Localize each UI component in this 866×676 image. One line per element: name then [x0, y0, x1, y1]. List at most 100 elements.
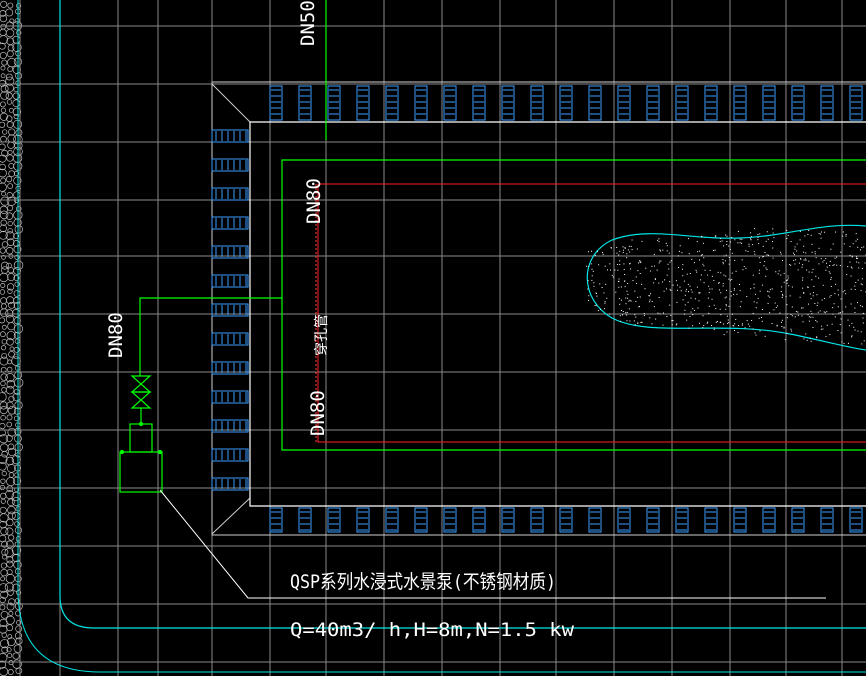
gravel-dot: [629, 251, 631, 253]
gravel-dot: [823, 297, 825, 299]
gravel-dot: [713, 329, 715, 331]
gravel-dot: [666, 245, 668, 247]
gravel-dot: [636, 248, 638, 250]
gravel-dot: [850, 266, 852, 268]
gravel-dot: [657, 312, 659, 314]
gravel-dot: [588, 251, 590, 253]
gravel-dot: [716, 320, 718, 322]
gravel-dot: [864, 262, 866, 264]
gravel-dot: [816, 305, 818, 307]
gravel-dot: [803, 251, 805, 253]
gravel-dot: [746, 320, 748, 322]
label-dn80-pump: DN80: [105, 312, 127, 358]
gravel-dot: [669, 304, 671, 306]
gravel-dot: [650, 293, 652, 295]
gravel-dot: [715, 321, 717, 323]
gravel-dot: [643, 313, 645, 315]
gravel-dot: [845, 293, 847, 295]
gravel-dot: [649, 317, 651, 319]
gravel-dot: [761, 284, 763, 286]
gravel-dot: [854, 311, 856, 313]
gravel-dot: [816, 321, 818, 323]
gravel-dot: [732, 325, 734, 327]
gravel-dot: [622, 311, 624, 313]
gravel-dot: [620, 299, 622, 301]
gravel-dot: [666, 250, 668, 252]
gravel-dot: [677, 289, 679, 291]
gravel-dot: [773, 237, 775, 239]
gravel-dot: [666, 274, 668, 276]
gravel-dot: [845, 306, 847, 308]
gravel-dot: [779, 312, 781, 314]
gravel-dot: [649, 299, 651, 301]
gravel-dot: [756, 302, 758, 304]
gravel-dot: [818, 277, 820, 279]
gravel-dot: [746, 295, 748, 297]
gravel-dot: [860, 331, 862, 333]
gravel-dot: [733, 288, 735, 290]
gravel-dot: [799, 258, 801, 260]
gravel-dot: [689, 315, 691, 317]
gravel-dot: [741, 238, 743, 240]
gravel-dot: [814, 251, 816, 253]
gravel-dot: [626, 314, 628, 316]
gravel-dot: [833, 303, 835, 305]
gravel-dot: [639, 272, 641, 274]
gravel-dot: [823, 231, 825, 233]
gravel-dot: [830, 285, 832, 287]
gravel-dot: [767, 238, 769, 240]
gravel-dot: [670, 260, 672, 262]
gravel-dot: [862, 312, 864, 314]
gravel-dot: [701, 235, 703, 237]
gravel-dot: [754, 253, 756, 255]
gravel-dot: [717, 282, 719, 284]
gravel-dot: [692, 325, 694, 327]
gravel-dot: [829, 260, 831, 262]
gravel-dot: [829, 334, 831, 336]
gravel-dot: [687, 301, 689, 303]
gravel-dot: [690, 289, 692, 291]
gravel-dot: [786, 332, 788, 334]
gravel-dot: [750, 288, 752, 290]
gravel-dot: [713, 327, 715, 329]
gravel-dot: [754, 293, 756, 295]
gravel-dot: [739, 283, 741, 285]
gravel-dot: [742, 269, 744, 271]
gravel-dot: [663, 290, 665, 292]
gravel-dot: [699, 259, 701, 261]
gravel-dot: [851, 322, 853, 324]
gravel-dot: [596, 251, 598, 253]
gravel-dot: [739, 242, 741, 244]
gravel-dot: [612, 276, 614, 278]
gravel-dot: [685, 288, 687, 290]
gravel-dot: [832, 307, 834, 309]
gravel-dot: [790, 241, 792, 243]
gravel-dot: [635, 276, 637, 278]
gravel-dot: [627, 249, 629, 251]
gravel-dot: [623, 263, 625, 265]
gravel-dot: [629, 299, 631, 301]
gravel-dot: [759, 269, 761, 271]
gravel-dot: [860, 305, 862, 307]
gravel-dot: [845, 234, 847, 236]
gravel-dot: [675, 280, 677, 282]
gravel-dot: [659, 249, 661, 251]
gravel-dot: [714, 249, 716, 251]
gravel-dot: [843, 342, 845, 344]
gravel-dot: [594, 254, 596, 256]
gravel-dot: [678, 266, 680, 268]
gravel-dot: [713, 249, 715, 251]
gravel-dot: [690, 297, 692, 299]
gravel-dot: [783, 281, 785, 283]
gravel-dot: [703, 325, 705, 327]
gravel-dot: [794, 246, 796, 248]
label-pump-name: QSP系列水浸式水景泵(不锈钢材质): [290, 571, 556, 593]
gravel-dot: [837, 294, 839, 296]
gravel-dot: [829, 272, 831, 274]
gravel-dot: [792, 252, 794, 254]
gravel-dot: [759, 261, 761, 263]
gravel-dot: [772, 241, 774, 243]
gravel-dot: [599, 283, 601, 285]
gravel-dot: [730, 279, 732, 281]
gravel-dot: [723, 255, 725, 257]
